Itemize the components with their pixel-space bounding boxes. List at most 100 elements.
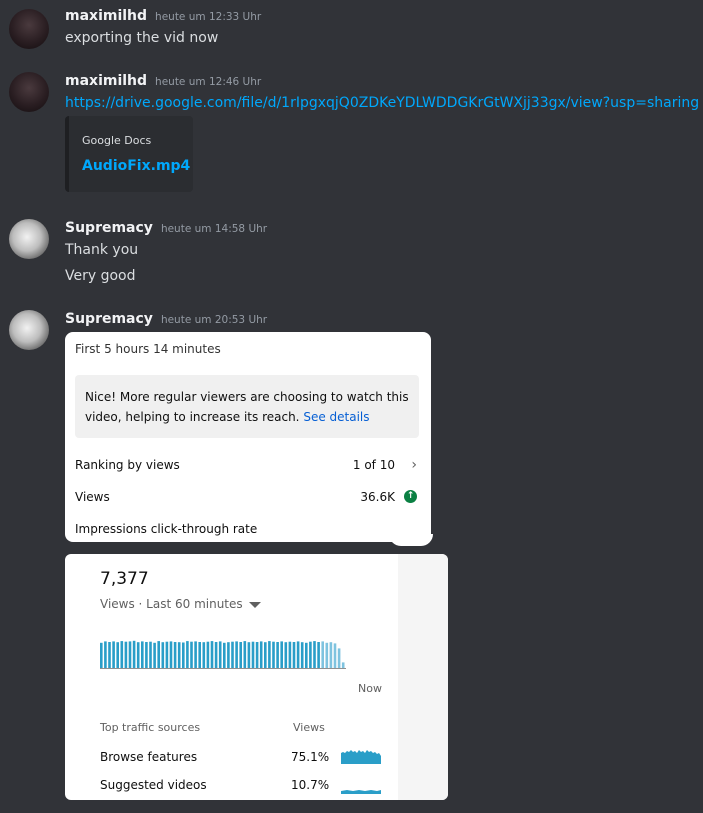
chart-bar xyxy=(165,641,169,668)
chart-bar xyxy=(300,642,304,668)
embed-provider: Google Docs xyxy=(82,134,152,147)
drive-link[interactable]: https://drive.google.com/file/d/1rIpgxqj… xyxy=(65,95,699,111)
chart-bar xyxy=(116,642,119,668)
views-value: 36.6K xyxy=(360,490,395,504)
chart-bar xyxy=(194,641,197,668)
chart-bar xyxy=(329,642,333,668)
chart-bar xyxy=(243,641,247,668)
side-strip xyxy=(398,554,448,800)
ranking-row[interactable]: Ranking by views 1 of 10 › xyxy=(75,458,419,472)
username[interactable]: maximilhd xyxy=(65,73,147,89)
chart-bar xyxy=(112,641,115,668)
chart-bar xyxy=(141,641,144,668)
username[interactable]: Supremacy xyxy=(65,311,153,327)
traffic-source-pct: 75.1% xyxy=(291,750,330,764)
message-text: exporting the vid now xyxy=(65,30,219,46)
chart-bar xyxy=(128,641,132,668)
ctr-row: Impressions click-through rate xyxy=(75,522,419,536)
chart-bar xyxy=(218,641,222,668)
chart-bar xyxy=(177,642,181,668)
views-period-dropdown[interactable]: Views · Last 60 minutes xyxy=(100,597,261,611)
views-label: Views xyxy=(75,490,110,504)
timestamp: heute um 12:46 Uhr xyxy=(155,76,262,88)
chart-bar xyxy=(136,642,140,668)
chart-bar xyxy=(169,641,173,668)
timestamp: heute um 14:58 Uhr xyxy=(160,223,268,235)
ranking-value: 1 of 10 xyxy=(352,458,395,472)
username[interactable]: maximilhd xyxy=(65,8,147,24)
avatar[interactable] xyxy=(9,9,49,49)
timestamp: heute um 12:33 Uhr xyxy=(155,11,262,23)
chart-bar xyxy=(227,642,230,668)
chart-bar xyxy=(206,641,210,668)
chart-bar xyxy=(292,642,296,668)
chart-bar xyxy=(190,641,193,668)
traffic-source-label: Browse features xyxy=(100,750,198,764)
chart-bar xyxy=(198,642,201,668)
chart-bar xyxy=(173,642,177,668)
chevron-right-icon: › xyxy=(411,457,417,473)
chart-bar xyxy=(317,642,320,668)
chart-bar xyxy=(145,642,148,668)
message-header: maximilhd heute um 12:33 Uhr xyxy=(65,8,261,24)
chart-bar xyxy=(255,642,259,668)
arrow-up-circle-icon: ↑ xyxy=(404,490,417,503)
username[interactable]: Supremacy xyxy=(65,220,153,236)
chart-bar xyxy=(104,641,107,668)
chart-bar xyxy=(251,641,255,668)
chart-bar xyxy=(313,641,316,668)
chart-bar xyxy=(100,642,103,668)
traffic-header-views: Views xyxy=(293,721,325,734)
message-text: Thank you xyxy=(65,242,139,258)
ctr-label: Impressions click-through rate xyxy=(75,522,258,536)
avatar[interactable] xyxy=(9,310,49,350)
timestamp: heute um 20:53 Uhr xyxy=(160,314,268,326)
chart-bar xyxy=(305,642,308,668)
chart-bar xyxy=(214,642,218,668)
chart-bar xyxy=(186,641,189,668)
chart-bar xyxy=(120,641,124,668)
chart-bar xyxy=(276,642,279,668)
period-label: First 5 hours 14 minutes xyxy=(75,342,221,356)
chart-bar xyxy=(309,641,312,668)
chart-bar xyxy=(149,641,152,668)
notice-text-block: Nice! More regular viewers are choosing … xyxy=(85,387,410,427)
chart-bar xyxy=(231,641,234,668)
avatar[interactable] xyxy=(9,219,49,259)
traffic-header-source: Top traffic sources xyxy=(100,721,201,734)
chart-bar xyxy=(321,641,324,668)
ranking-label: Ranking by views xyxy=(75,458,180,472)
message-header: Supremacy heute um 20:53 Uhr xyxy=(65,311,267,327)
chart-bar xyxy=(182,642,185,668)
embed-title-link[interactable]: AudioFix.mp4 xyxy=(82,158,190,174)
chart-bar xyxy=(239,642,242,668)
chart-bar xyxy=(280,641,283,668)
chart-bar xyxy=(284,642,288,668)
chart-bar xyxy=(202,642,206,668)
chart-bar xyxy=(325,642,329,668)
chart-bar xyxy=(223,642,226,668)
realtime-views-value: 7,377 xyxy=(100,569,149,589)
link-embed: Google Docs AudioFix.mp4 xyxy=(65,116,193,192)
card-edge xyxy=(389,534,433,546)
avatar[interactable] xyxy=(9,72,49,112)
analytics-screenshot-1[interactable]: First 5 hours 14 minutes Nice! More regu… xyxy=(65,332,431,542)
analytics-screenshot-2[interactable]: 7,377 Views · Last 60 minutes Now Top tr… xyxy=(65,554,448,800)
traffic-source-label: Suggested videos xyxy=(100,778,207,792)
chart-bar xyxy=(153,642,156,668)
chart-bar xyxy=(210,641,214,668)
caret-down-icon xyxy=(248,601,261,608)
chart-bar xyxy=(247,642,251,668)
chart-bar xyxy=(296,641,300,668)
realtime-bar-chart xyxy=(100,640,346,669)
chart-bar xyxy=(288,641,292,668)
chart-bar xyxy=(132,640,136,668)
message-header: Supremacy heute um 14:58 Uhr xyxy=(65,220,267,236)
chart-bar xyxy=(235,641,238,668)
chart-bar xyxy=(108,642,111,668)
message-text: Very good xyxy=(65,268,136,284)
see-details-link[interactable]: See details xyxy=(303,410,369,424)
views-period-label: Views · Last 60 minutes xyxy=(100,597,243,611)
insight-notice: Nice! More regular viewers are choosing … xyxy=(75,375,419,438)
chart-bar xyxy=(268,641,271,668)
